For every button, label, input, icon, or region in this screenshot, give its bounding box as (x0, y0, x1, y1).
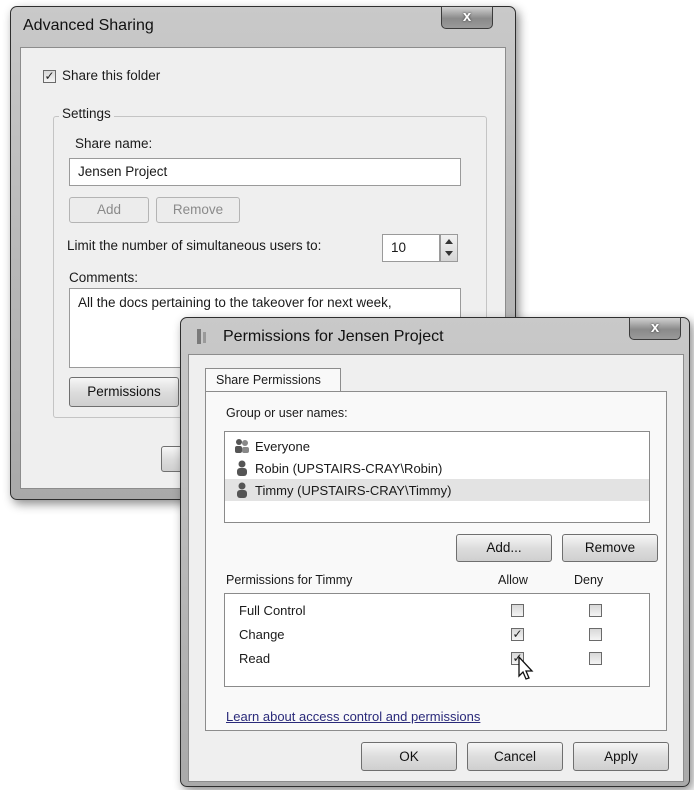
spinner-up-icon[interactable] (445, 239, 453, 244)
share-folder-checkbox[interactable]: ✓ (43, 70, 56, 83)
settings-group-label: Settings (59, 106, 114, 121)
user-list-item-everyone[interactable]: Everyone (225, 435, 649, 457)
share-folder-label: Share this folder (62, 68, 161, 83)
user-name: Everyone (255, 439, 310, 454)
spinner-down-icon[interactable] (445, 251, 453, 256)
tab-share-permissions[interactable]: Share Permissions (205, 368, 341, 392)
change-deny-checkbox[interactable] (589, 628, 602, 641)
user-name: Robin (UPSTAIRS-CRAY\Robin) (255, 461, 443, 476)
permission-name: Change (239, 627, 285, 642)
permissions-close-button[interactable]: x (629, 317, 681, 340)
full-control-allow-checkbox[interactable] (511, 604, 524, 617)
comments-label: Comments: (69, 270, 139, 285)
tab-panel: Group or user names: Everyone Robin (UPS… (205, 391, 667, 731)
user-icon (237, 460, 247, 476)
mouse-cursor-icon (518, 656, 534, 680)
folder-share-icon (197, 329, 206, 344)
user-name: Timmy (UPSTAIRS-CRAY\Timmy) (255, 483, 452, 498)
deny-column-label: Deny (574, 573, 604, 587)
read-deny-checkbox[interactable] (589, 652, 602, 665)
apply-button[interactable]: Apply (573, 742, 669, 771)
share-name-label: Share name: (75, 136, 153, 151)
advanced-sharing-close-button[interactable]: x (441, 6, 493, 29)
user-list-item-robin[interactable]: Robin (UPSTAIRS-CRAY\Robin) (225, 457, 649, 479)
change-allow-checkbox[interactable]: ✓ (511, 628, 524, 641)
permissions-client: Share Permissions Group or user names: E… (188, 354, 684, 782)
permissions-titlebar[interactable]: Permissions for Jensen Project x (181, 317, 689, 352)
permissions-button[interactable]: Permissions (69, 377, 179, 407)
learn-access-control-link[interactable]: Learn about access control and permissio… (226, 709, 480, 724)
remove-share-button[interactable]: Remove (156, 197, 240, 223)
tab-share-permissions-label: Share Permissions (216, 373, 321, 387)
limit-users-spinner[interactable] (440, 234, 458, 262)
remove-user-button[interactable]: Remove (562, 534, 658, 562)
full-control-deny-checkbox[interactable] (589, 604, 602, 617)
share-name-input[interactable]: Jensen Project (69, 158, 461, 186)
limit-users-label: Limit the number of simultaneous users t… (67, 238, 322, 253)
group-icon (235, 439, 249, 453)
cancel-button[interactable]: Cancel (467, 742, 563, 771)
add-share-button[interactable]: Add (69, 197, 149, 223)
user-list: Everyone Robin (UPSTAIRS-CRAY\Robin) Tim… (224, 431, 650, 523)
user-list-item-timmy[interactable]: Timmy (UPSTAIRS-CRAY\Timmy) (225, 479, 649, 501)
allow-column-label: Allow (498, 573, 528, 587)
permissions-title: Permissions for Jensen Project (223, 328, 444, 345)
permission-name: Full Control (239, 603, 306, 618)
group-user-names-label: Group or user names: (226, 406, 348, 420)
limit-users-input[interactable]: 10 (382, 234, 440, 262)
user-icon (237, 482, 247, 498)
permissions-window: Permissions for Jensen Project x Share P… (180, 317, 690, 787)
permission-list: Full Control Change ✓ Read ✓ (224, 593, 650, 687)
add-user-button[interactable]: Add... (456, 534, 552, 562)
permission-name: Read (239, 651, 271, 666)
ok-button[interactable]: OK (361, 742, 457, 771)
advanced-sharing-titlebar[interactable]: Advanced Sharing x (11, 6, 515, 41)
advanced-sharing-title: Advanced Sharing (23, 17, 154, 34)
permissions-for-label: Permissions for Timmy (226, 573, 353, 587)
